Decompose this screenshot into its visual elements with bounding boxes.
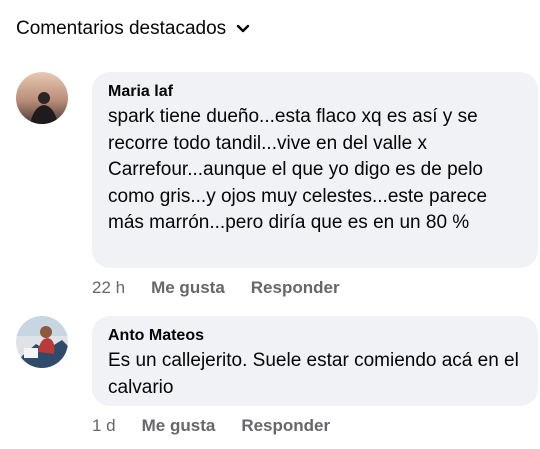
avatar[interactable]: [16, 72, 68, 124]
comment-bubble: Anto Mateos Es un callejerito. Suele est…: [92, 316, 538, 406]
comment: Maria laf spark tiene dueño...esta flaco…: [16, 72, 538, 302]
comment-text: Es un callejerito. Suele estar comiendo …: [108, 350, 519, 398]
comment-timestamp[interactable]: 22 h: [92, 278, 125, 298]
reply-button[interactable]: Responder: [241, 416, 330, 436]
comments-filter-dropdown[interactable]: Comentarios destacados: [16, 18, 250, 40]
comment-author[interactable]: Maria laf: [108, 82, 524, 102]
comment-author[interactable]: Anto Mateos: [108, 326, 524, 346]
avatar[interactable]: [16, 316, 68, 368]
comment-timestamp[interactable]: 1 d: [92, 416, 116, 436]
comment-text: spark tiene dueño...esta flaco xq es así…: [108, 106, 488, 233]
like-button[interactable]: Me gusta: [142, 416, 216, 436]
comment-bubble: Maria laf spark tiene dueño...esta flaco…: [92, 72, 538, 268]
comment-actions: 22 h Me gusta Responder: [92, 278, 366, 298]
chevron-down-icon: [236, 24, 250, 33]
like-button[interactable]: Me gusta: [151, 278, 225, 298]
reply-button[interactable]: Responder: [251, 278, 340, 298]
comments-filter-label: Comentarios destacados: [16, 18, 227, 39]
comment-actions: 1 d Me gusta Responder: [92, 416, 356, 436]
comment: Anto Mateos Es un callejerito. Suele est…: [16, 316, 538, 446]
